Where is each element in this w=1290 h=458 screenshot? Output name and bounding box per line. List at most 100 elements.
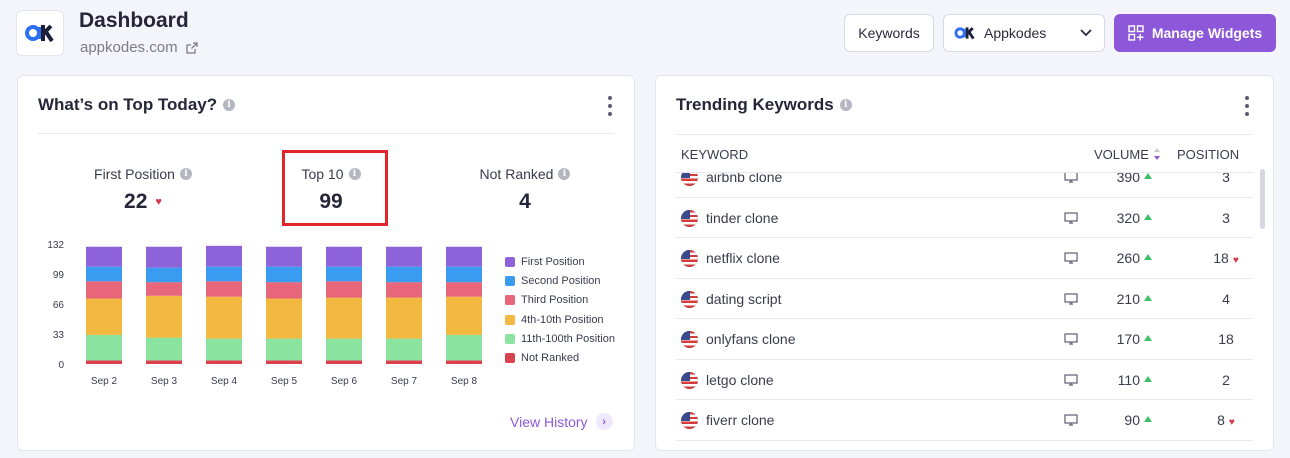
trend-down-icon: ♥	[1228, 417, 1235, 428]
bar-segment[interactable]	[146, 246, 182, 268]
trend-up-icon	[1144, 173, 1152, 179]
position-value: 18	[1218, 331, 1234, 347]
bar-segment[interactable]	[386, 266, 422, 283]
bar-segment[interactable]	[266, 282, 302, 299]
position-value: 18 ♥	[1213, 250, 1239, 266]
bar-segment[interactable]	[86, 266, 122, 282]
info-icon[interactable]: i	[558, 168, 571, 180]
column-keyword[interactable]: KEYWORD	[681, 147, 748, 162]
keywords-button[interactable]: Keywords	[844, 14, 934, 52]
column-volume[interactable]: VOLUME	[1094, 147, 1161, 162]
view-history-label: View History	[510, 413, 588, 430]
bar-segment[interactable]	[86, 281, 122, 299]
x-tick-label: Sep 6	[331, 376, 358, 387]
volume-value: 260	[1076, 250, 1156, 266]
info-icon[interactable]: i	[223, 99, 236, 111]
bar-segment[interactable]	[386, 360, 422, 364]
trend-down-icon: ♥	[155, 196, 162, 208]
table-row[interactable]: letgo clone 110 2	[676, 360, 1253, 400]
legend-item[interactable]: 11th-100th Position	[505, 329, 615, 348]
project-select[interactable]: Appkodes	[943, 14, 1105, 52]
table-row[interactable]: tinder clone 320 3	[676, 198, 1253, 238]
bar-segment[interactable]	[146, 337, 182, 361]
bar-segment[interactable]	[326, 266, 362, 282]
bar-segment[interactable]	[86, 334, 122, 361]
volume-value: 390	[1076, 173, 1156, 185]
bar-segment[interactable]	[446, 282, 482, 297]
bar-segment[interactable]	[146, 360, 182, 364]
scrollbar[interactable]	[1260, 169, 1265, 229]
sort-icon[interactable]	[1153, 147, 1161, 161]
bar-segment[interactable]	[326, 246, 362, 267]
more-options-icon[interactable]	[607, 96, 613, 116]
chart-legend: First Position Second Position Third Posit…	[505, 252, 615, 368]
x-tick-label: Sep 8	[451, 376, 478, 387]
external-link-icon[interactable]	[185, 41, 198, 54]
bar-segment[interactable]	[446, 266, 482, 283]
bar-segment[interactable]	[386, 338, 422, 361]
bar-segment[interactable]	[146, 295, 182, 338]
table-row[interactable]: fiverr clone 90 8 ♥	[676, 400, 1253, 441]
bar-segment[interactable]	[266, 338, 302, 361]
bar-segment[interactable]	[386, 282, 422, 298]
legend-item[interactable]: Third Position	[505, 291, 615, 310]
legend-swatch	[505, 275, 515, 286]
keyword-text: letgo clone	[706, 371, 774, 388]
bar-segment[interactable]	[446, 360, 482, 364]
bar-segment[interactable]	[266, 246, 302, 267]
bar-segment[interactable]	[266, 298, 302, 339]
ranking-chart: 132 99 66 33 0 Sep 2 Sep 3 Sep 4 Sep 5 Sep 6 Sep 7…	[47, 240, 482, 387]
legend-item[interactable]: Not Ranked	[505, 348, 615, 367]
volume-value: 320	[1076, 210, 1156, 226]
info-icon[interactable]: i	[179, 168, 192, 180]
column-position[interactable]: POSITION	[1177, 147, 1239, 162]
stat-label: Not Ranked	[479, 166, 554, 182]
bar-segment[interactable]	[446, 296, 482, 335]
bar-segment[interactable]	[206, 245, 242, 267]
table-row[interactable]: netflix clone 260 18 ♥	[676, 238, 1253, 279]
bar-segment[interactable]	[326, 338, 362, 361]
site-link[interactable]: appkodes.com	[80, 39, 198, 56]
table-row[interactable]: onlyfans clone 170 18	[676, 319, 1253, 360]
more-options-icon[interactable]	[1244, 96, 1250, 116]
bar-segment[interactable]	[206, 281, 242, 297]
bar-segment[interactable]	[266, 360, 302, 364]
bar-segment[interactable]	[206, 360, 242, 364]
bar-segment[interactable]	[86, 246, 122, 267]
bar-segment[interactable]	[206, 296, 242, 339]
legend-item[interactable]: Second Position	[505, 271, 615, 290]
bar-segment[interactable]	[146, 267, 182, 283]
us-flag-icon	[681, 250, 698, 267]
stat-not-ranked: Not Ranked i 4	[465, 166, 585, 214]
bar-segment[interactable]	[446, 334, 482, 361]
position-value: 2	[1222, 371, 1230, 388]
table-row[interactable]: dating script 210 4	[676, 279, 1253, 319]
us-flag-icon	[681, 209, 698, 227]
manage-widgets-button[interactable]: Manage Widgets	[1114, 14, 1276, 52]
trending-keywords-card: Trending Keywords i KEYWORD VOLUME POSIT…	[655, 75, 1274, 451]
legend-swatch	[505, 314, 515, 325]
bar-segment[interactable]	[206, 266, 242, 282]
bar-segment[interactable]	[446, 246, 482, 267]
bar-segment[interactable]	[86, 360, 122, 364]
bar-segment[interactable]	[326, 360, 362, 364]
legend-label: Second Position	[521, 274, 601, 287]
bar-segment[interactable]	[86, 298, 122, 335]
position-value: 3	[1222, 209, 1230, 226]
bar-segment[interactable]	[206, 338, 242, 361]
position-value: 4	[1222, 290, 1230, 307]
legend-item[interactable]: First Position	[505, 252, 615, 271]
bar-segment[interactable]	[386, 246, 422, 267]
divider	[38, 133, 614, 134]
legend-swatch	[505, 256, 515, 267]
legend-item[interactable]: 4th-10th Position	[505, 310, 615, 329]
bar-segment[interactable]	[326, 281, 362, 298]
info-icon[interactable]: i	[839, 99, 852, 111]
view-history-link[interactable]: View History ›	[510, 413, 613, 430]
bar-segment[interactable]	[386, 297, 422, 339]
bar-segment[interactable]	[266, 266, 302, 283]
x-tick-label: Sep 3	[151, 376, 178, 387]
bar-segment[interactable]	[326, 297, 362, 339]
bar-segment[interactable]	[146, 282, 182, 296]
table-row[interactable]: airbnb clone 390 3	[676, 173, 1253, 198]
